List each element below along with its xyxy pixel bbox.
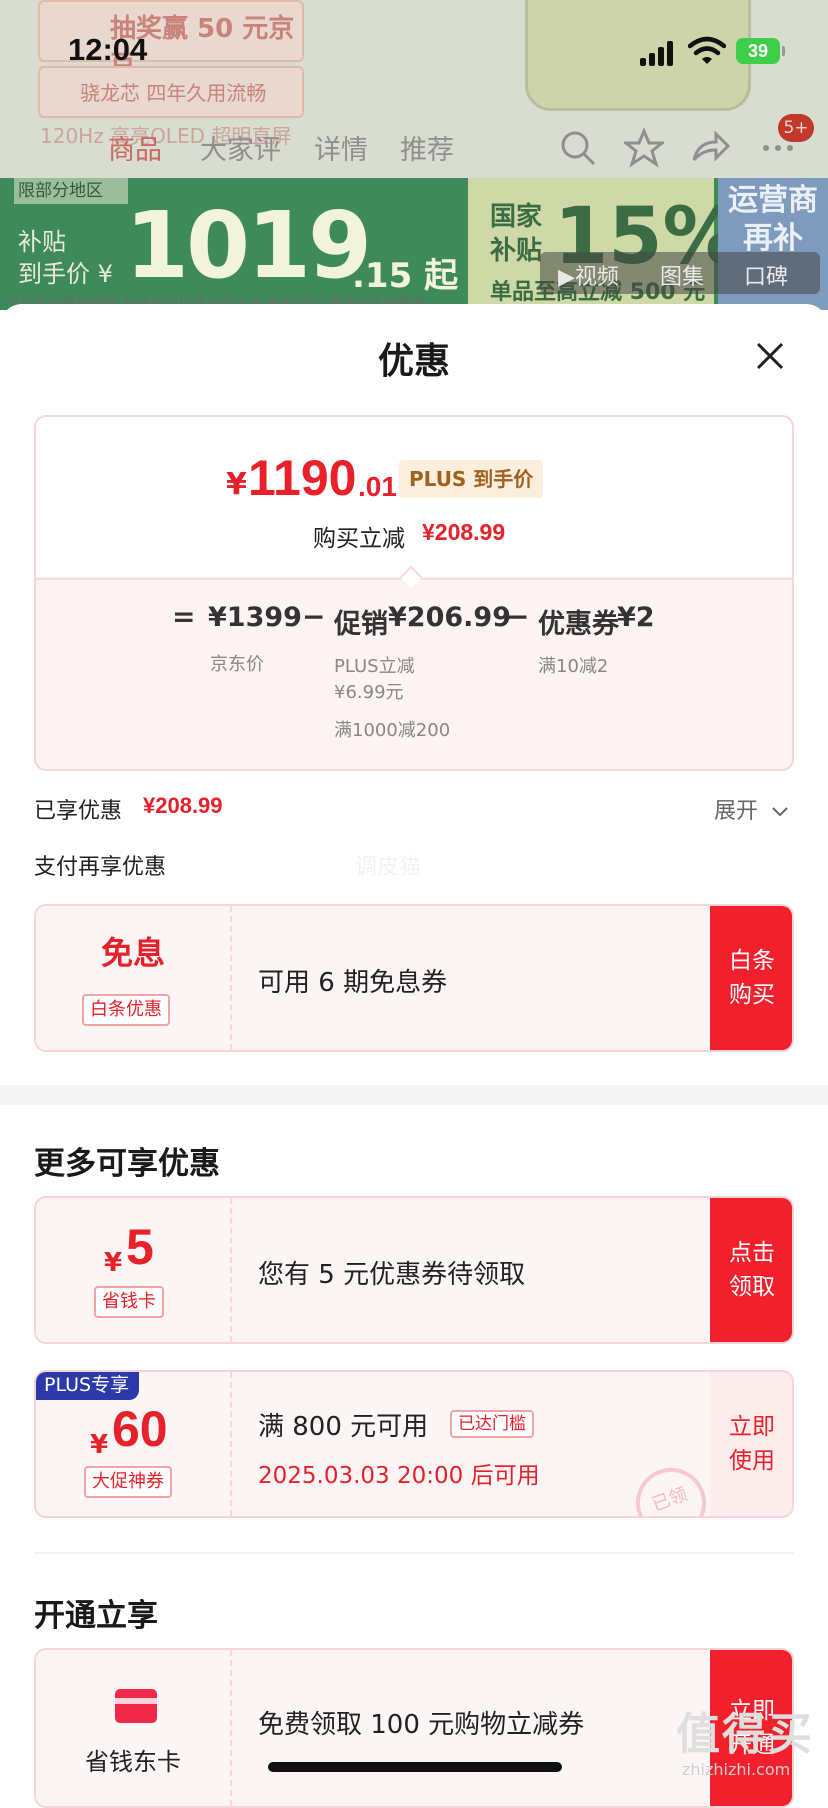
tab-goods[interactable]: 商品 [108, 128, 162, 167]
site-watermark-url: zhizhizhi.com [682, 1760, 791, 1779]
baitiao-tag: 白条优惠 [82, 994, 170, 1026]
expand-label: 展开 [714, 799, 759, 824]
threshold-reached-tag: 已达门槛 [450, 1410, 534, 1438]
plus-exclusive-ribbon: PLUS专享 [36, 1372, 140, 1400]
coupon-amount: 60 [112, 1401, 168, 1457]
notification-badge: 5+ [778, 114, 814, 142]
baitiao-text: 可用 6 期免息券 [258, 968, 448, 998]
coupon-amount: 5 [126, 1219, 154, 1275]
share-icon[interactable] [690, 128, 730, 168]
baitiao-title: 免息 [100, 934, 165, 972]
coupon-card-plus[interactable]: PLUS专享 ¥ 60 大促神券 满 800 元可用 已达门槛 2025.03.… [34, 1370, 794, 1518]
promo-label: 促销 [334, 609, 388, 640]
subsidy-price: 1019 [125, 192, 372, 299]
promo-full-reduction: 满1000减200 [334, 720, 451, 741]
enjoyed-discount-label: 已享优惠 [34, 799, 123, 824]
media-tab-reviews[interactable]: 口碑 [744, 259, 788, 291]
media-tab-video[interactable]: ▶视频 [558, 259, 619, 291]
sheet-title: 优惠 [377, 341, 450, 382]
search-icon[interactable] [558, 128, 598, 168]
coupon-condition: 满10减2 [538, 656, 609, 677]
promo-plus-discount: PLUS立减 [334, 656, 415, 677]
minus-sign: − [302, 600, 326, 633]
coupon-tag: 大促神券 [84, 1466, 172, 1498]
divider-line [34, 1552, 794, 1554]
card-name: 省钱东卡 [85, 1748, 181, 1776]
coupon-divider [230, 906, 232, 1050]
final-price: 1190 [248, 450, 357, 506]
final-price-currency: ¥ [226, 467, 247, 502]
tab-details[interactable]: 详情 [314, 128, 368, 167]
equals-sign: = [172, 600, 196, 633]
baitiao-offer-card[interactable]: 免息 白条优惠 可用 6 期免息券 白条 购买 [34, 904, 794, 1052]
subsidy-label: 补贴 到手价 ¥ [18, 228, 113, 288]
star-icon[interactable] [624, 128, 664, 168]
product-nav-tabs: 商品 大家评 详情 推荐 [0, 128, 828, 178]
section-separator [0, 1085, 828, 1105]
subsidy-price-decimal: .15 起 [352, 256, 459, 296]
instant-discount-value: ¥208.99 [422, 519, 506, 545]
user-watermark: 调皮猫 [355, 855, 422, 880]
baitiao-buy-button[interactable]: 白条 购买 [710, 906, 792, 1050]
status-bar: 12:04 39 [0, 0, 828, 100]
coupon-currency: ¥ [90, 1430, 109, 1460]
tab-reviews[interactable]: 大家评 [200, 128, 281, 167]
instant-discount-label: 购买立减 [313, 526, 405, 552]
enjoyed-discount-value: ¥208.99 [143, 793, 223, 818]
plus-price-tag: PLUS 到手价 [399, 460, 544, 498]
media-tab-gallery[interactable]: 图集 [660, 259, 704, 291]
card-icon [115, 1689, 157, 1723]
open-membership-title: 开通立享 [34, 1598, 158, 1634]
claim-coupon-button[interactable]: 点击 领取 [710, 1198, 792, 1342]
promo-value: ¥206.99 [388, 602, 511, 633]
use-coupon-button[interactable]: 立即 使用 [710, 1372, 792, 1516]
jd-price: ¥1399 [208, 602, 302, 633]
expand-button[interactable]: 展开 [714, 793, 789, 825]
signal-icon [640, 40, 676, 66]
home-indicator [268, 1762, 562, 1772]
coupon-divider [230, 1650, 232, 1806]
final-price-decimal: .01 [358, 471, 397, 502]
wifi-icon [688, 36, 726, 64]
coupon-condition-text: 满 800 元可用 [258, 1412, 429, 1442]
coupon-value: ¥2 [617, 602, 655, 633]
minus-sign-2: − [506, 600, 530, 633]
media-tabs: ▶视频 图集 口碑 [540, 252, 820, 294]
claimed-stamp: 已领 [626, 1458, 716, 1516]
chevron-down-icon [772, 807, 788, 817]
card-offer-text: 免费领取 100 元购物立减券 [258, 1710, 585, 1740]
national-subsidy-label: 国家 补贴 [490, 202, 543, 266]
coupon-valid-time: 2025.03.03 20:00 后可用 [258, 1463, 540, 1489]
coupon-divider [230, 1198, 232, 1342]
close-icon[interactable] [750, 336, 790, 376]
battery-icon: 39 [736, 38, 785, 64]
pay-more-label: 支付再享优惠 [34, 855, 167, 880]
coupon-card-savings[interactable]: ¥ 5 省钱卡 您有 5 元优惠券待领取 点击 领取 [34, 1196, 794, 1344]
coupon-divider [230, 1372, 232, 1516]
clock: 12:04 [68, 32, 148, 67]
coupon-tag: 省钱卡 [94, 1286, 164, 1318]
region-tag: 限部分地区 [14, 178, 128, 204]
jd-price-label: 京东价 [210, 654, 264, 675]
site-watermark-logo: 值得买 [676, 1709, 814, 1760]
coupon-text: 您有 5 元优惠券待领取 [258, 1260, 526, 1290]
coupon-currency: ¥ [104, 1248, 123, 1278]
coupon-label: 优惠券 [538, 609, 619, 640]
promo-plus-amount: ¥6.99元 [334, 682, 404, 703]
tab-recommend[interactable]: 推荐 [400, 128, 454, 167]
more-offers-title: 更多可享优惠 [34, 1146, 220, 1182]
